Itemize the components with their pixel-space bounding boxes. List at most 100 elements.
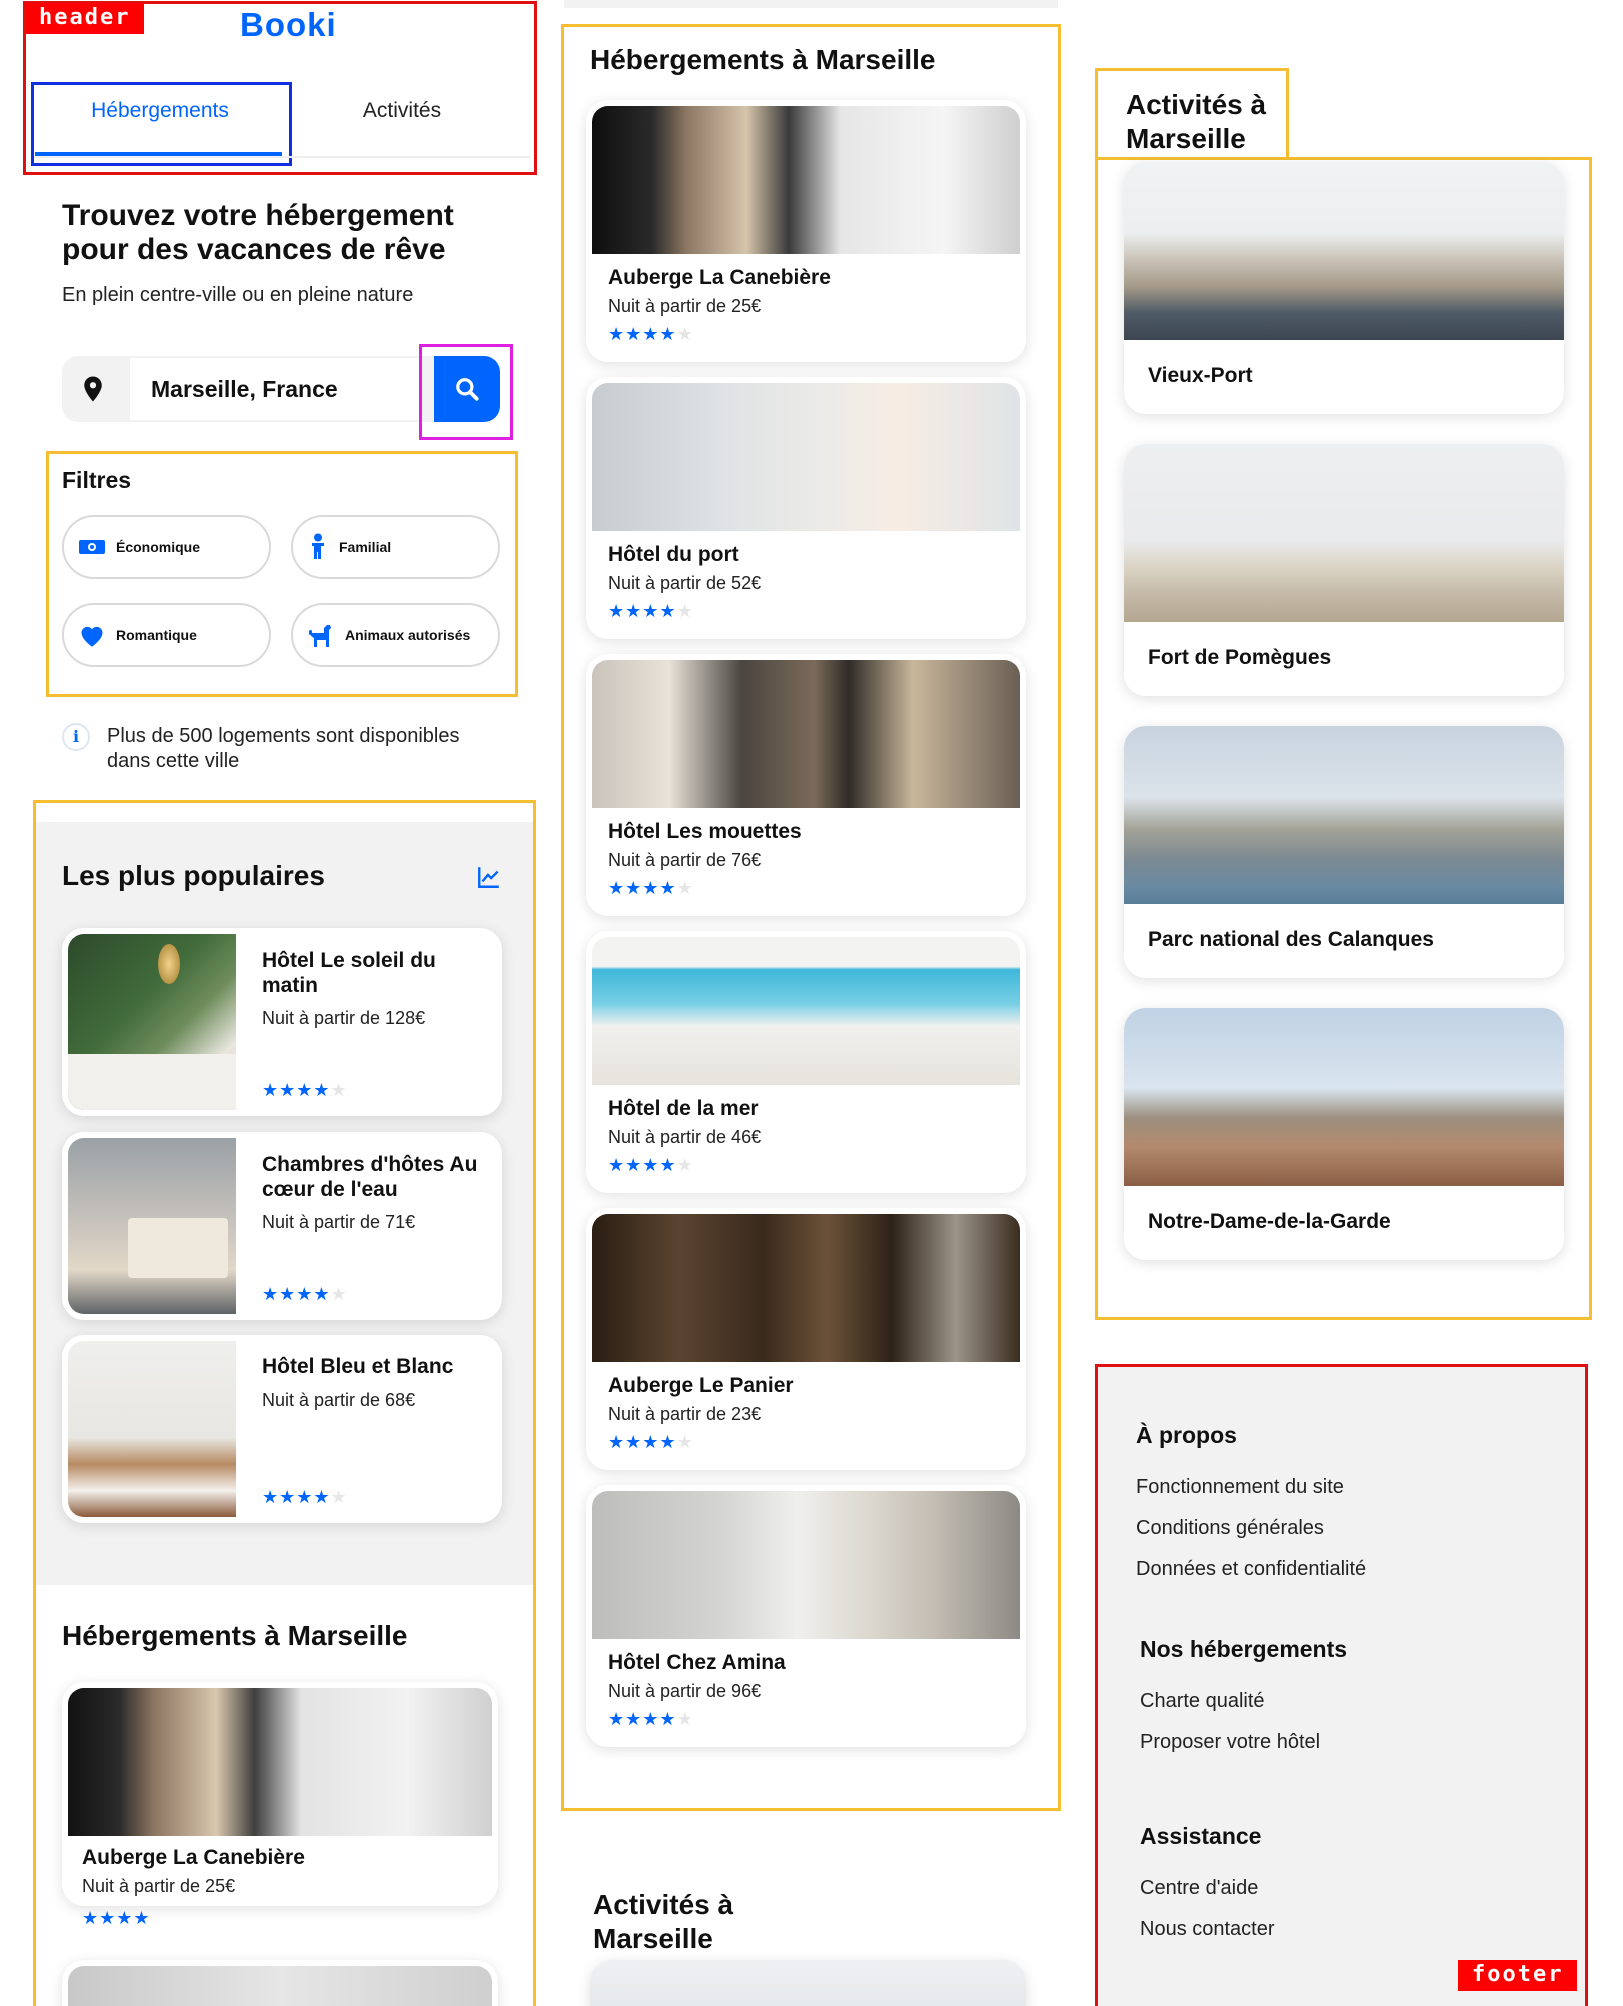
- popular-card[interactable]: Hôtel Bleu et Blanc Nuit à partir de 68€…: [62, 1335, 502, 1523]
- popular-hotel-name: Hôtel Le soleil du matin: [262, 949, 436, 997]
- lodging-left-title: Hébergements à Marseille: [62, 1620, 408, 1651]
- lodging-name: Auberge La Canebière: [82, 1846, 305, 1869]
- lodging-card[interactable]: Auberge Le Panier Nuit à partir de 23€ ★★★…: [586, 1208, 1026, 1470]
- activities-title: Activités à Marseille: [1126, 89, 1267, 154]
- popular-hotel-price: Nuit à partir de 68€: [262, 1390, 416, 1410]
- star-icon: ★: [642, 878, 660, 898]
- search-input[interactable]: Marseille, France: [151, 376, 338, 403]
- activities-mid-title: Activités à Marseille: [593, 1889, 734, 1954]
- lodging-image: [592, 660, 1020, 808]
- info-icon: i: [62, 723, 90, 751]
- star-icon: ★: [625, 601, 643, 621]
- info-line1: Plus de 500 logements sont disponibles: [107, 725, 460, 747]
- star-icon: ★: [676, 1432, 694, 1452]
- lodging-price: Nuit à partir de 46€: [608, 1127, 762, 1147]
- hero-title-line2: pour des vacances de rêve: [62, 233, 446, 266]
- lodging-price: Nuit à partir de 23€: [608, 1404, 762, 1424]
- star-rating: ★★★★★: [608, 1155, 694, 1176]
- star-icon: ★: [608, 601, 626, 621]
- star-rating: ★★★★★: [262, 1080, 348, 1100]
- filter-familial[interactable]: Familial: [291, 515, 500, 579]
- lodging-card[interactable]: Hôtel Chez Amina Nuit à partir de 96€ ★★★★…: [586, 1485, 1026, 1747]
- search-button[interactable]: [434, 356, 500, 422]
- hero-title-line1: Trouvez votre hébergement: [62, 199, 454, 232]
- lodging-image: [592, 1214, 1020, 1362]
- footer-link[interactable]: Centre d'aide: [1140, 1877, 1258, 1900]
- star-icon: ★: [642, 1155, 660, 1175]
- lodging-title: Hébergements à Marseille: [590, 44, 936, 75]
- footer-link[interactable]: Conditions générales: [1136, 1517, 1324, 1540]
- lodging-card[interactable]: [62, 1960, 498, 2006]
- star-icon: ★: [625, 1155, 643, 1175]
- star-icon: ★: [608, 324, 626, 344]
- activity-card[interactable]: Fort de Pomègues: [1124, 444, 1564, 696]
- star-rating: ★★★★★: [608, 324, 694, 345]
- star-icon: ★: [659, 1432, 677, 1452]
- lodging-name: Hôtel du port: [608, 543, 739, 566]
- popular-title: Les plus populaires: [62, 860, 325, 891]
- lodging-card[interactable]: Hôtel de la mer Nuit à partir de 46€ ★★★★★: [586, 931, 1026, 1193]
- lodging-image: [592, 1491, 1020, 1639]
- star-rating: ★★★★★: [608, 1432, 694, 1453]
- lodging-image: [592, 383, 1020, 531]
- lodging-price: Nuit à partir de 76€: [608, 850, 762, 870]
- footer-link[interactable]: Charte qualité: [1140, 1690, 1265, 1713]
- footer-annotation-tag: footer: [1458, 1960, 1578, 1991]
- lodging-name: Hôtel Chez Amina: [608, 1651, 786, 1674]
- star-icon: ★: [659, 878, 677, 898]
- popular-card[interactable]: Chambres d'hôtes Au cœur de l'eau Nuit à …: [62, 1132, 502, 1320]
- lodging-name: Auberge La Canebière: [608, 266, 831, 289]
- activity-image: [1124, 162, 1564, 340]
- star-icon: ★: [676, 601, 694, 621]
- footer-heading-hebergements: Nos hébergements: [1140, 1636, 1348, 1662]
- footer: [1098, 1367, 1585, 2006]
- footer-link[interactable]: Fonctionnement du site: [1136, 1476, 1344, 1499]
- lodging-price: Nuit à partir de 52€: [608, 573, 762, 593]
- lodging-card[interactable]: Auberge La Canebière Nuit à partir de 25…: [62, 1682, 498, 1906]
- star-icon: ★: [608, 878, 626, 898]
- star-rating: ★★★★★: [608, 1709, 694, 1730]
- footer-link[interactable]: Nous contacter: [1140, 1918, 1275, 1941]
- filter-romantique[interactable]: Romantique: [62, 603, 271, 667]
- tab-activites[interactable]: Activités: [282, 99, 522, 123]
- lodging-image: [68, 1966, 492, 2006]
- filter-economique[interactable]: Économique: [62, 515, 271, 579]
- activity-card[interactable]: [590, 1960, 1026, 2006]
- star-icon: ★: [676, 324, 694, 344]
- filter-animaux[interactable]: Animaux autorisés: [291, 603, 500, 667]
- logo[interactable]: Booki: [240, 6, 337, 44]
- star-icon: ★: [608, 1432, 626, 1452]
- filter-label: Animaux autorisés: [345, 627, 471, 643]
- activity-image: [590, 1960, 1026, 2006]
- info-text: Plus de 500 logements sont disponibles d…: [107, 724, 459, 774]
- star-icon: ★: [676, 1709, 694, 1729]
- trend-icon[interactable]: [476, 864, 502, 890]
- activity-card[interactable]: Vieux-Port: [1124, 162, 1564, 414]
- star-icon: ★: [676, 878, 694, 898]
- lodging-name: Auberge Le Panier: [608, 1374, 794, 1397]
- activity-card[interactable]: Parc national des Calanques: [1124, 726, 1564, 978]
- popular-card[interactable]: Hôtel Le soleil du matin Nuit à partir de…: [62, 928, 502, 1116]
- footer-link[interactable]: Proposer votre hôtel: [1140, 1731, 1320, 1754]
- lodging-image: [68, 1688, 492, 1836]
- info-line2: dans cette ville: [107, 750, 240, 772]
- star-icon: ★: [642, 1432, 660, 1452]
- footer-link[interactable]: Données et confidentialité: [1136, 1558, 1366, 1581]
- lodging-card[interactable]: Hôtel du port Nuit à partir de 52€ ★★★★★: [586, 377, 1026, 639]
- lodging-card[interactable]: Hôtel Les mouettes Nuit à partir de 76€ ★★…: [586, 654, 1026, 916]
- lodging-card[interactable]: Auberge La Canebière Nuit à partir de 25€…: [586, 100, 1026, 362]
- filter-label: Romantique: [116, 627, 197, 643]
- filter-label: Familial: [339, 539, 392, 555]
- star-icon: ★: [642, 324, 660, 344]
- star-icon: ★: [625, 1709, 643, 1729]
- tabs-divider: [35, 156, 530, 158]
- activity-card[interactable]: Notre-Dame-de-la-Garde: [1124, 1008, 1564, 1260]
- activity-image: [1124, 1008, 1564, 1186]
- popular-hotel-image: [68, 934, 236, 1110]
- tab-hebergements[interactable]: Hébergements: [35, 99, 285, 123]
- lodging-name: Hôtel de la mer: [608, 1097, 759, 1120]
- star-rating: ★★★★★: [608, 878, 694, 899]
- money-icon: [79, 540, 105, 554]
- star-icon: ★: [676, 1155, 694, 1175]
- filter-label: Économique: [116, 539, 201, 555]
